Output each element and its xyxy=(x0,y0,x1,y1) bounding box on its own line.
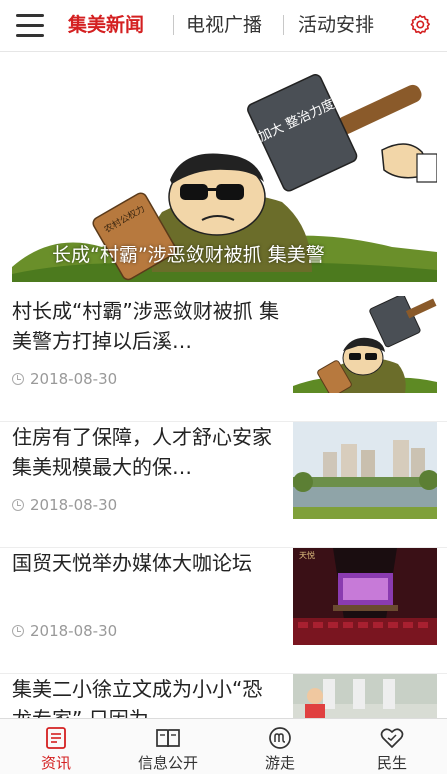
tab-divider xyxy=(173,15,174,35)
tab-events[interactable]: 活动安排 xyxy=(298,12,374,38)
bottom-nav: 资讯 信息公开 游走 民生 xyxy=(0,718,447,774)
clock-icon xyxy=(12,499,24,511)
top-header: 集美新闻 电视广播 活动安排 xyxy=(0,0,447,52)
news-icon xyxy=(46,727,66,749)
clock-icon xyxy=(12,625,24,637)
news-date-text: 2018-08-30 xyxy=(30,370,118,388)
news-thumbnail xyxy=(293,422,437,519)
banner-caption: 长成“村霸”涉恶敛财被抓 集美警 xyxy=(52,244,325,266)
news-thumbnail xyxy=(293,296,437,393)
menu-icon[interactable] xyxy=(16,14,46,38)
news-date-text: 2018-08-30 xyxy=(30,622,118,640)
thumb-logo: 天悦 xyxy=(299,550,315,560)
nav-news[interactable]: 资讯 xyxy=(0,719,112,774)
tab-jimei-news[interactable]: 集美新闻 xyxy=(68,12,144,38)
news-date: 2018-08-30 xyxy=(12,622,117,640)
tab-tv-broadcast[interactable]: 电视广播 xyxy=(186,12,262,38)
news-item[interactable]: 国贸天悦举办媒体大咖论坛 2018-08-30 天悦 xyxy=(0,548,447,674)
news-thumbnail: 天悦 xyxy=(293,548,437,645)
nav-label: 资讯 xyxy=(40,754,71,772)
news-item[interactable]: 住房有了保障，人才舒心安家 集美规模最大的保… 2018-08-30 xyxy=(0,422,447,548)
nav-label: 信息公开 xyxy=(137,754,198,772)
tab-divider xyxy=(283,15,284,35)
nav-label: 游走 xyxy=(264,754,295,772)
news-item[interactable]: 村长成“村霸”涉恶敛财被抓 集美警方打掉以后溪… 2018-08-30 xyxy=(0,296,447,422)
nav-walk[interactable]: 游走 xyxy=(224,719,336,774)
news-date-text: 2018-08-30 xyxy=(30,496,118,514)
news-title: 住房有了保障，人才舒心安家 集美规模最大的保… xyxy=(12,425,272,479)
nav-info-public[interactable]: 信息公开 xyxy=(112,719,224,774)
featured-banner[interactable]: 农村公权力 加大 整治力度 长成“村霸”涉恶敛财被抓 集美警 xyxy=(12,62,437,282)
walk-icon xyxy=(269,727,291,749)
news-date: 2018-08-30 xyxy=(12,496,117,514)
news-title: 村长成“村霸”涉恶敛财被抓 集美警方打掉以后溪… xyxy=(12,299,280,353)
heart-icon xyxy=(380,728,404,748)
book-icon xyxy=(156,729,180,748)
news-date: 2018-08-30 xyxy=(12,370,117,388)
nav-label: 民生 xyxy=(376,754,407,772)
clock-icon xyxy=(12,373,24,385)
news-title: 国贸天悦举办媒体大咖论坛 xyxy=(12,551,252,575)
nav-livelihood[interactable]: 民生 xyxy=(336,719,447,774)
gear-icon[interactable] xyxy=(408,13,432,37)
